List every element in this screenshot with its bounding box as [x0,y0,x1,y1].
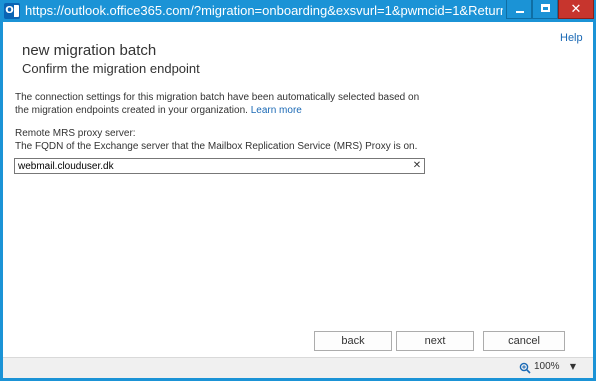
mrs-proxy-description: The FQDN of the Exchange server that the… [15,141,418,152]
outlook-icon: O [4,3,20,19]
maximize-button[interactable] [532,0,558,19]
status-bar: 100% ▼ [3,357,593,378]
window-frame-left [0,22,3,381]
minimize-icon [516,11,524,13]
cancel-button[interactable]: cancel [483,331,565,351]
close-button[interactable]: ✕ [558,0,594,19]
mrs-proxy-field: ✕ [14,158,425,174]
title-bar: O https://outlook.office365.com/?migrati… [0,0,596,22]
description-text: The connection settings for this migrati… [15,91,435,117]
window-title: https://outlook.office365.com/?migration… [25,3,503,18]
zoom-icon[interactable] [519,362,531,374]
description-body: The connection settings for this migrati… [15,92,420,116]
outlook-icon-letter: O [5,4,14,18]
clear-icon[interactable]: ✕ [411,159,423,173]
page-subtitle: Confirm the migration endpoint [22,61,200,76]
mrs-proxy-input[interactable] [15,159,411,173]
zoom-level: 100% [534,361,560,372]
next-button[interactable]: next [396,331,474,351]
help-link[interactable]: Help [560,32,583,44]
page-title: new migration batch [22,42,157,59]
minimize-button[interactable] [506,0,532,19]
close-icon: ✕ [570,2,582,17]
mrs-proxy-label: Remote MRS proxy server: [15,128,136,139]
back-button[interactable]: back [314,331,392,351]
maximize-icon [541,4,550,12]
learn-more-link[interactable]: Learn more [251,105,302,116]
chevron-down-icon[interactable]: ▼ [567,361,579,373]
